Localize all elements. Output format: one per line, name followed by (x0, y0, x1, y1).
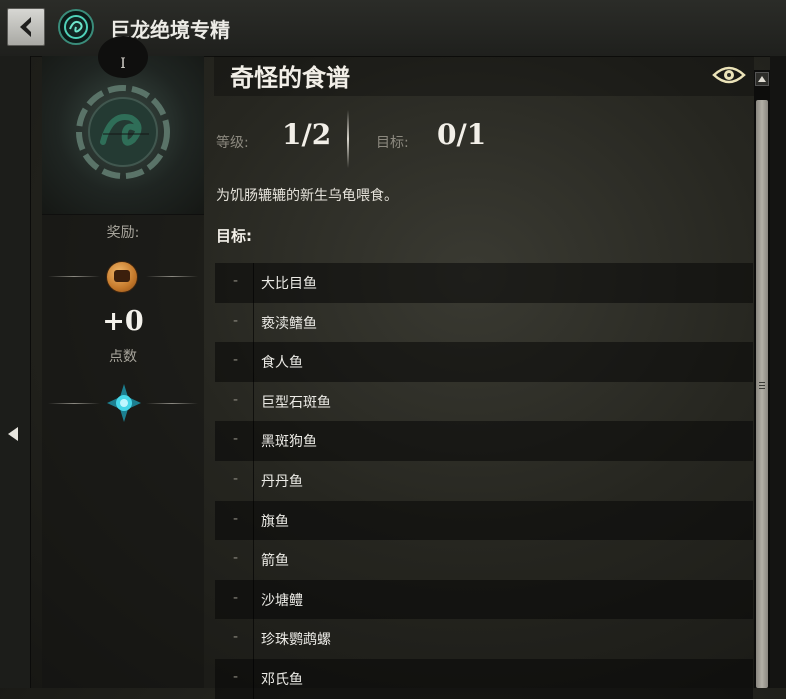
left-nav-strip (0, 56, 31, 688)
tier-badge: I (98, 36, 148, 78)
achievement-portrait: I (42, 36, 204, 215)
objective-dash: - (233, 431, 239, 448)
goal-value: 0/1 (437, 118, 487, 151)
objective-dash: - (233, 550, 239, 567)
dragon-emblem-icon (58, 9, 94, 45)
row-separator (253, 342, 254, 382)
objective-row: - 黑斑狗鱼 (215, 421, 753, 461)
objective-row: - 珍珠鹦鹉螺 (215, 619, 753, 659)
objective-dash: - (233, 391, 239, 408)
achievement-title: 奇怪的食谱 (230, 64, 350, 92)
objective-dash: - (233, 589, 239, 606)
mastery-star-icon (107, 384, 141, 422)
objective-row: - 丹丹鱼 (215, 460, 753, 501)
objective-row: - 旗鱼 (215, 500, 753, 541)
triangle-left-icon[interactable] (7, 426, 19, 442)
row-separator (253, 421, 254, 461)
scrollbar-thumb[interactable] (756, 100, 768, 688)
row-separator (253, 263, 254, 303)
objective-dash: - (233, 352, 239, 369)
row-separator (253, 619, 254, 659)
achievement-emblem-icon (76, 85, 170, 179)
divider-line (48, 403, 100, 404)
achievement-description: 为饥肠辘辘的新生乌龟喂食。 (216, 188, 398, 204)
row-separator (253, 540, 254, 580)
objective-label: 食人鱼 (261, 355, 303, 372)
row-separator (253, 500, 254, 541)
objective-dash: - (233, 312, 239, 329)
objectives-list: - 大比目鱼 - 亵渎鳍鱼 - 食人鱼 - 巨型石斑鱼 - 黑斑狗鱼 - 丹丹鱼 - 旗鱼 -… (215, 263, 753, 699)
grip-line (759, 385, 765, 386)
row-separator (253, 658, 254, 699)
tier-number: I (120, 56, 126, 72)
goal-label: 目标: (376, 135, 409, 151)
objective-dash: - (233, 273, 239, 289)
divider-line (146, 276, 198, 277)
reward-label: 奖励: (106, 225, 140, 241)
mastery-chest-icon[interactable] (106, 261, 138, 293)
level-value: 1/2 (282, 118, 332, 151)
objective-row: - 邓氏鱼 (215, 658, 753, 699)
row-separator (253, 460, 254, 501)
objective-label: 旗鱼 (261, 513, 289, 530)
objective-row: - 亵渎鳍鱼 (215, 302, 753, 343)
objective-label: 黑斑狗鱼 (261, 434, 317, 451)
row-separator (253, 579, 254, 620)
objective-dash: - (233, 629, 239, 646)
objective-label: 珍珠鹦鹉螺 (261, 632, 331, 649)
objective-label: 沙塘鳢 (261, 592, 303, 609)
divider-line (146, 403, 198, 404)
objectives-heading: 目标: (216, 227, 252, 245)
grip-line (759, 388, 765, 389)
objective-dash: - (233, 510, 239, 527)
objective-label: 亵渎鳍鱼 (261, 315, 317, 332)
scrollbar[interactable] (754, 70, 770, 688)
triangle-up-icon (758, 76, 766, 82)
eye-icon[interactable] (712, 64, 746, 86)
reward-panel: I 奖励: +0 点数 (42, 36, 204, 688)
objective-row: - 箭鱼 (215, 540, 753, 580)
objective-row: - 食人鱼 (215, 342, 753, 382)
grip-line (759, 382, 765, 383)
level-label: 等级: (216, 135, 249, 151)
row-separator (253, 302, 254, 343)
objective-row: - 沙塘鳢 (215, 579, 753, 620)
points-value: +0 (102, 306, 144, 337)
stat-divider (347, 110, 349, 168)
objective-row: - 大比目鱼 (215, 263, 753, 303)
right-edge (770, 56, 786, 688)
objective-dash: - (233, 470, 239, 487)
divider-line (48, 276, 100, 277)
back-button[interactable] (7, 8, 45, 46)
objective-label: 邓氏鱼 (261, 671, 303, 688)
scroll-up-button[interactable] (755, 72, 769, 86)
objective-label: 巨型石斑鱼 (261, 394, 331, 411)
objective-label: 大比目鱼 (261, 276, 317, 292)
chevron-left-icon (20, 17, 31, 37)
row-separator (253, 381, 254, 422)
objective-label: 丹丹鱼 (261, 473, 303, 490)
points-label: 点数 (109, 349, 137, 365)
objective-label: 箭鱼 (261, 553, 289, 570)
objective-row: - 巨型石斑鱼 (215, 381, 753, 422)
objective-dash: - (233, 668, 239, 685)
